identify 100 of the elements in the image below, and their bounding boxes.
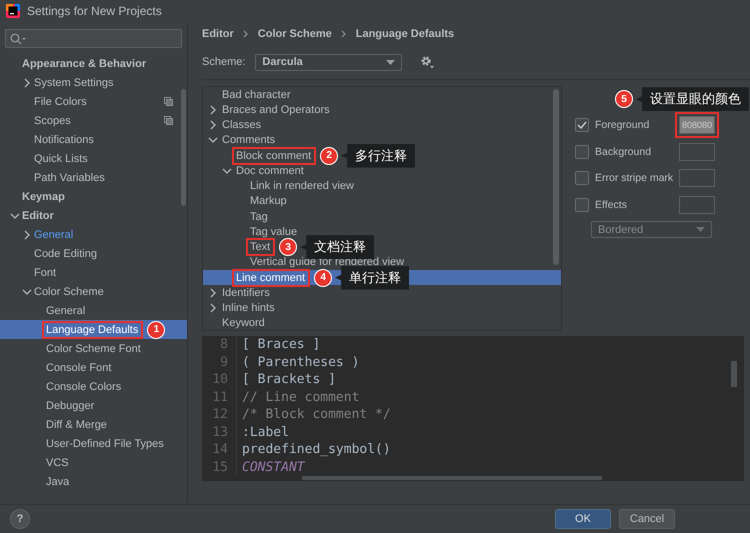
sidebar-item[interactable]: Console Font [0, 358, 187, 377]
sidebar-item[interactable]: Scopes [0, 111, 187, 130]
sidebar-item[interactable]: Font [0, 263, 187, 282]
annotation-frame [675, 112, 719, 138]
chevron-right-icon [340, 30, 347, 38]
sidebar-item[interactable]: Console Colors [0, 377, 187, 396]
annotation-badge: 4 [314, 268, 332, 287]
settings-icon[interactable] [420, 55, 434, 69]
chevron-down-icon [10, 210, 20, 220]
breadcrumb-item[interactable]: Color Scheme [258, 28, 332, 40]
line-number: 10 [202, 371, 237, 388]
tree-item[interactable]: Link in rendered view [203, 178, 561, 194]
tree-item[interactable]: Braces and Operators [203, 102, 561, 118]
code-line: ( Parentheses ) [241, 354, 360, 370]
search-field[interactable] [5, 29, 182, 48]
scrollbar-thumb[interactable] [553, 89, 559, 265]
code-line: // Line comment [241, 390, 360, 405]
chevron-down-icon [208, 135, 218, 146]
tree-item[interactable]: Inline hints [203, 300, 561, 316]
sidebar-item[interactable]: File Colors [0, 92, 187, 111]
checkbox[interactable] [575, 171, 589, 186]
line-number: 8 [202, 336, 237, 354]
checkbox-label: Error stripe mark [595, 172, 674, 184]
sidebar-item[interactable]: Color Scheme [0, 282, 187, 301]
breadcrumb-item[interactable]: Editor [202, 28, 234, 40]
checkbox[interactable] [575, 198, 589, 212]
chevron-right-icon [208, 120, 218, 130]
caret-icon [386, 60, 396, 64]
line-number: 15 [202, 458, 237, 476]
line-number: 13 [202, 424, 237, 441]
annotation-badge: 1 [147, 320, 166, 338]
sidebar-item[interactable]: VCS [0, 453, 187, 472]
sidebar-item[interactable]: User-Defined File Types [0, 434, 187, 453]
sidebar-item[interactable]: Notifications [0, 130, 187, 149]
dialog-button[interactable]: OK [555, 509, 611, 529]
tree-item[interactable]: Bad character [203, 87, 561, 102]
checkbox-label: Foreground [595, 119, 650, 132]
chevron-right-icon [22, 78, 32, 88]
window-title: Settings for New Projects [27, 4, 162, 18]
code-line: :Label [241, 424, 289, 440]
scrollbar-thumb[interactable] [181, 89, 186, 206]
checkbox[interactable] [575, 118, 589, 132]
tree-item[interactable]: Keyword [203, 316, 561, 331]
code-line: CONSTANT [241, 460, 305, 475]
help-button[interactable]: ? [10, 509, 30, 529]
scrollbar-thumb[interactable] [731, 361, 737, 387]
copy-icon [164, 97, 173, 106]
code-line: /* Block comment */ [241, 407, 391, 422]
sidebar-item[interactable]: Language Defaults 1 [0, 320, 187, 339]
sidebar-item[interactable]: Editor [0, 206, 187, 225]
sidebar-item[interactable]: Java [0, 472, 187, 491]
annotation-note: 单行注释 [335, 266, 410, 290]
checkmark-icon [577, 121, 587, 130]
sidebar-item[interactable]: Diff & Merge [0, 415, 187, 434]
line-number: 11 [202, 388, 237, 406]
color-swatch[interactable] [679, 196, 715, 214]
tree-item[interactable]: Markup [203, 194, 561, 209]
annotation-frame [246, 238, 276, 256]
sidebar-item[interactable]: General [0, 225, 187, 244]
color-swatch[interactable] [679, 142, 715, 161]
annotation-badge: 5 [615, 90, 633, 108]
caret-icon [696, 227, 705, 232]
annotation-badge: 3 [279, 238, 298, 256]
search-icon [10, 32, 26, 44]
annotation-note: 多行注释 [341, 144, 416, 168]
breadcrumb-item[interactable]: Language Defaults [356, 28, 454, 40]
app-logo-icon [6, 4, 20, 18]
sidebar-item[interactable]: Appearance & Behavior [0, 54, 187, 73]
code-line: [ Brackets ] [241, 372, 336, 388]
scheme-label: Scheme: [202, 56, 246, 68]
chevron-down-icon [222, 166, 232, 176]
annotation-badge: 2 [320, 146, 338, 165]
line-number: 14 [202, 441, 237, 458]
sidebar-item[interactable]: System Settings [0, 73, 187, 92]
code-line: predefined_symbol() [241, 442, 391, 458]
sidebar-item[interactable]: Code Editing [0, 244, 187, 263]
sidebar-item[interactable]: Quick Lists [0, 149, 187, 168]
sidebar-item[interactable]: Debugger [0, 396, 187, 415]
chevron-right-icon [22, 230, 32, 240]
code-line: [ Braces ] [241, 337, 320, 352]
sidebar-item[interactable]: Keymap [0, 187, 187, 206]
sidebar-item[interactable]: Path Variables [0, 168, 187, 187]
tree-item[interactable]: Tag [203, 209, 561, 224]
checkbox-label: Background [595, 146, 652, 158]
scheme-dropdown[interactable]: Darcula [255, 54, 402, 70]
line-number: 12 [202, 406, 237, 424]
tree-item[interactable]: Classes [203, 118, 561, 133]
chevron-right-icon [242, 30, 249, 38]
chevron-right-icon [208, 288, 218, 298]
line-number: 9 [202, 354, 237, 371]
copy-icon [164, 116, 173, 125]
dialog-button[interactable]: Cancel [619, 509, 675, 529]
chevron-right-icon [208, 303, 218, 314]
sidebar-item[interactable]: General [0, 301, 187, 320]
color-swatch[interactable] [679, 169, 715, 188]
sidebar-item[interactable]: Color Scheme Font [0, 339, 187, 358]
annotation-note: 设置显眼的颜色 [636, 87, 749, 112]
checkbox-label: Effects [595, 198, 628, 211]
checkbox[interactable] [575, 144, 589, 159]
chevron-right-icon [208, 104, 218, 115]
